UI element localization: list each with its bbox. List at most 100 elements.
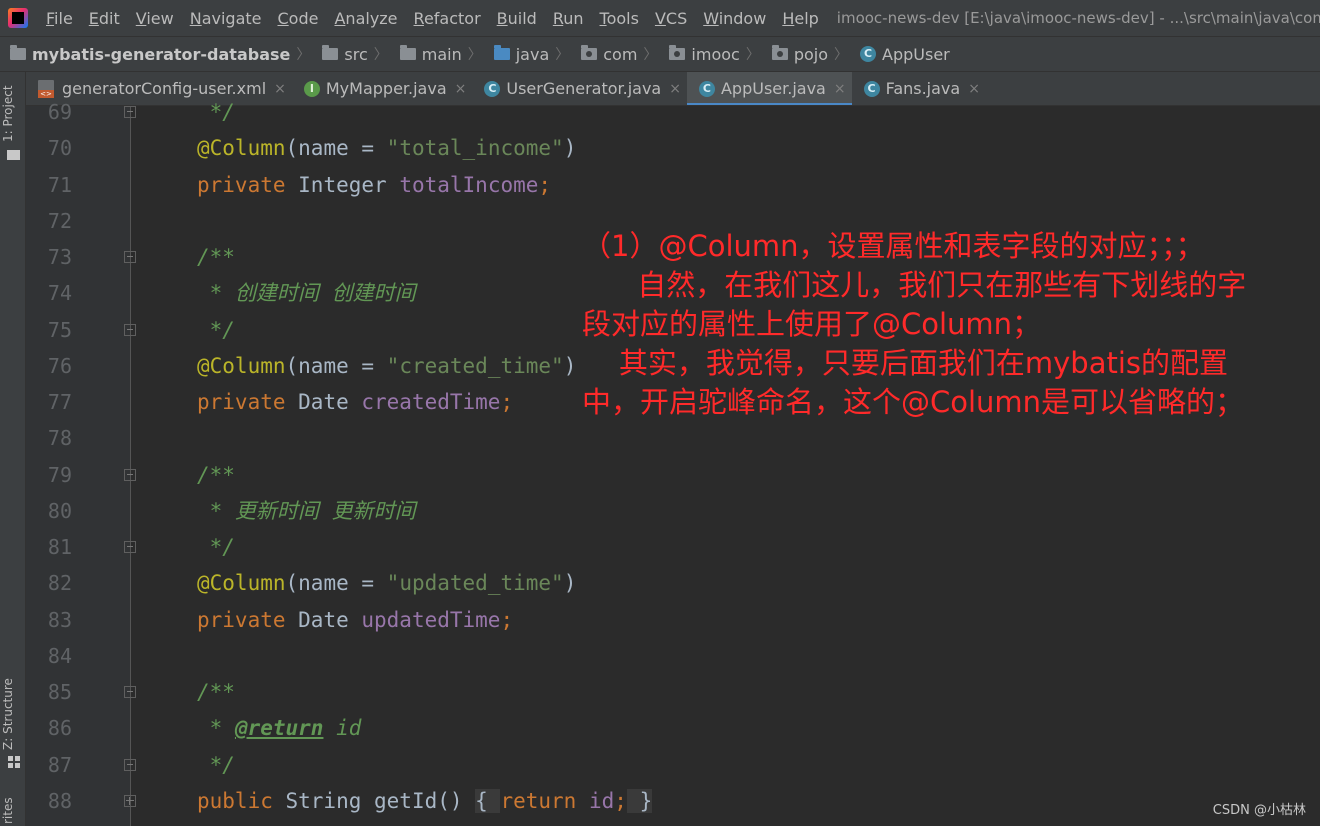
- line-number: 83: [47, 608, 72, 632]
- tab-label: AppUser.java: [720, 79, 826, 98]
- code-line[interactable]: /**: [197, 239, 235, 275]
- menu-edit[interactable]: Edit: [81, 9, 128, 28]
- chevron-right-icon: 〉: [373, 47, 388, 63]
- line-number: 84: [47, 644, 72, 668]
- chevron-right-icon: 〉: [745, 47, 760, 63]
- doc-comment: */: [197, 100, 235, 124]
- menu-window[interactable]: Window: [695, 9, 774, 28]
- code-line[interactable]: * @return id: [197, 710, 362, 746]
- chevron-right-icon: 〉: [467, 47, 482, 63]
- code-line[interactable]: private Date createdTime;: [197, 384, 513, 420]
- window-title: imooc-news-dev [E:\java\imooc-news-dev] …: [836, 9, 1320, 27]
- annotation-line: 自然，在我们这儿，我们只在那些有下划线的字: [582, 268, 1247, 302]
- menu-help[interactable]: Help: [774, 9, 826, 28]
- project-folder-icon[interactable]: [7, 150, 20, 160]
- fold-marker-icon[interactable]: [124, 106, 136, 118]
- intellij-logo-icon: [8, 8, 28, 28]
- line-number: 70: [47, 136, 72, 160]
- favorites-tool-button[interactable]: rites: [1, 797, 15, 824]
- close-icon[interactable]: ×: [834, 81, 846, 97]
- project-folder-icon: [10, 45, 26, 60]
- tab-appuser-java[interactable]: C AppUser.java ×: [686, 72, 852, 105]
- menu-file[interactable]: File: [38, 9, 81, 28]
- source-folder-icon: [493, 45, 510, 60]
- menu-bar: File Edit View Navigate Code Analyze Ref…: [0, 0, 1320, 36]
- tab-usergenerator-java[interactable]: C UserGenerator.java ×: [472, 72, 687, 105]
- breadcrumb-pojo[interactable]: pojo 〉: [762, 44, 850, 64]
- code-line[interactable]: * 更新时间 更新时间: [197, 493, 416, 529]
- left-tool-strip: 1: Project Z: Structure rites: [0, 72, 26, 826]
- line-number: 77: [47, 390, 72, 414]
- code-line[interactable]: public String getId() { return id; }: [197, 783, 653, 819]
- structure-icon[interactable]: [8, 756, 20, 768]
- class-icon: C: [484, 80, 501, 97]
- fold-marker-icon[interactable]: [124, 686, 136, 698]
- menu-run[interactable]: Run: [545, 9, 592, 28]
- menu-vcs[interactable]: VCS: [647, 9, 695, 28]
- annotation-line: 其实，我觉得，只要后面我们在mybatis的配置: [582, 346, 1229, 380]
- code-line[interactable]: */: [197, 94, 235, 130]
- code-line[interactable]: */: [197, 529, 235, 565]
- line-number: 74: [47, 281, 72, 305]
- annotation-line: 段对应的属性上使用了@Column；: [582, 307, 1042, 341]
- line-number: 80: [47, 499, 72, 523]
- folder-icon: [399, 45, 416, 60]
- breadcrumb-file[interactable]: C AppUser: [850, 45, 952, 64]
- breadcrumb-java[interactable]: java 〉: [484, 44, 572, 64]
- chevron-right-icon: 〉: [296, 47, 311, 63]
- line-number: 85: [47, 680, 72, 704]
- fold-marker-icon[interactable]: [124, 469, 136, 481]
- code-line[interactable]: /**: [197, 674, 235, 710]
- breadcrumb-imooc[interactable]: imooc 〉: [659, 44, 761, 64]
- annotation-line: （1）@Column，设置属性和表字段的对应；；；: [582, 229, 1205, 263]
- close-icon[interactable]: ×: [455, 81, 467, 97]
- fold-marker-icon[interactable]: [124, 541, 136, 553]
- tab-mymapper-java[interactable]: I MyMapper.java ×: [292, 72, 473, 105]
- menu-navigate[interactable]: Navigate: [182, 9, 270, 28]
- package-icon: [669, 45, 686, 60]
- code-line[interactable]: */: [197, 747, 235, 783]
- menu-tools[interactable]: Tools: [592, 9, 647, 28]
- tab-fans-java[interactable]: C Fans.java ×: [852, 72, 986, 105]
- code-line[interactable]: @Column(name = "total_income"): [197, 130, 576, 166]
- breadcrumb-label: AppUser: [882, 44, 950, 64]
- folder-icon: [322, 45, 339, 60]
- line-number: 82: [47, 571, 72, 595]
- menu-build[interactable]: Build: [489, 9, 545, 28]
- breadcrumb-com[interactable]: com 〉: [571, 44, 659, 64]
- breadcrumb-project[interactable]: mybatis-generator-database 〉: [0, 44, 312, 64]
- code-line[interactable]: * 创建时间 创建时间: [197, 275, 416, 311]
- code-line[interactable]: */: [197, 312, 235, 348]
- fold-marker-icon[interactable]: [124, 324, 136, 336]
- menu-refactor[interactable]: Refactor: [406, 9, 489, 28]
- fold-marker-icon[interactable]: [124, 759, 136, 771]
- code-line[interactable]: @Column(name = "created_time"): [197, 348, 576, 384]
- structure-tool-button[interactable]: Z: Structure: [1, 678, 15, 750]
- close-icon[interactable]: ×: [669, 81, 681, 97]
- fold-marker-icon[interactable]: [124, 251, 136, 263]
- class-icon: C: [698, 80, 715, 97]
- breadcrumb-main[interactable]: main 〉: [390, 44, 484, 64]
- line-number: 73: [47, 245, 72, 269]
- menu-view[interactable]: View: [128, 9, 182, 28]
- line-number: 76: [47, 354, 72, 378]
- class-icon: C: [860, 46, 877, 62]
- interface-icon: I: [303, 80, 320, 97]
- code-line[interactable]: /**: [197, 457, 235, 493]
- package-icon: [581, 45, 598, 60]
- breadcrumb-src[interactable]: src 〉: [312, 44, 389, 64]
- close-icon[interactable]: ×: [968, 81, 980, 97]
- expand-fold-icon[interactable]: [124, 795, 136, 807]
- menu-code[interactable]: Code: [270, 9, 327, 28]
- breadcrumb-project-label: mybatis-generator-database: [32, 44, 291, 64]
- close-icon[interactable]: ×: [274, 81, 286, 97]
- code-line[interactable]: @Column(name = "updated_time"): [197, 565, 576, 601]
- project-tool-button[interactable]: 1: Project: [1, 85, 15, 142]
- tab-label: UserGenerator.java: [506, 79, 662, 98]
- menu-analyze[interactable]: Analyze: [326, 9, 405, 28]
- watermark: CSDN @小枯林: [1212, 803, 1306, 818]
- chevron-right-icon: 〉: [555, 47, 570, 63]
- code-line[interactable]: private Integer totalIncome;: [197, 167, 551, 203]
- code-line[interactable]: private Date updatedTime;: [197, 602, 513, 638]
- line-number: 75: [47, 318, 72, 342]
